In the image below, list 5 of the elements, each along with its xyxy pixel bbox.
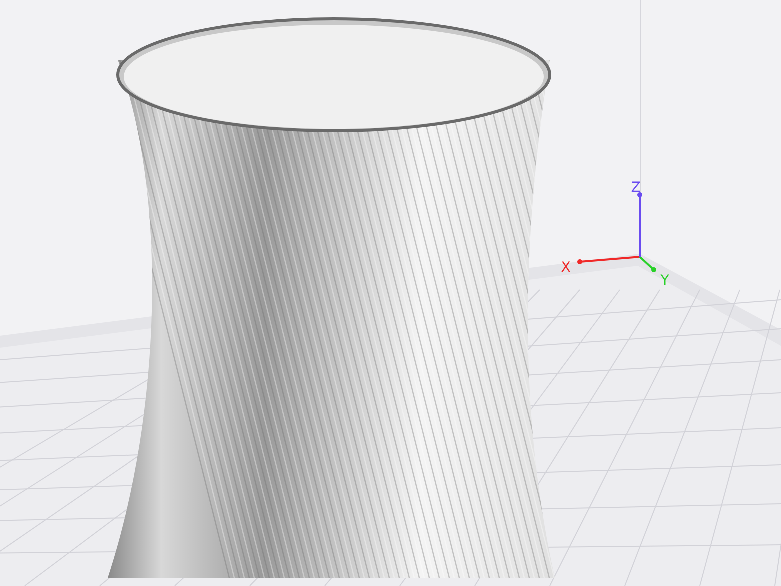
3d-viewport[interactable]: X Y Z xyxy=(0,0,781,586)
axis-label: X xyxy=(561,260,571,276)
axis-label: Z xyxy=(631,180,641,196)
vase-model-drawing[interactable] xyxy=(108,18,555,578)
axis-label: Y xyxy=(660,272,670,289)
